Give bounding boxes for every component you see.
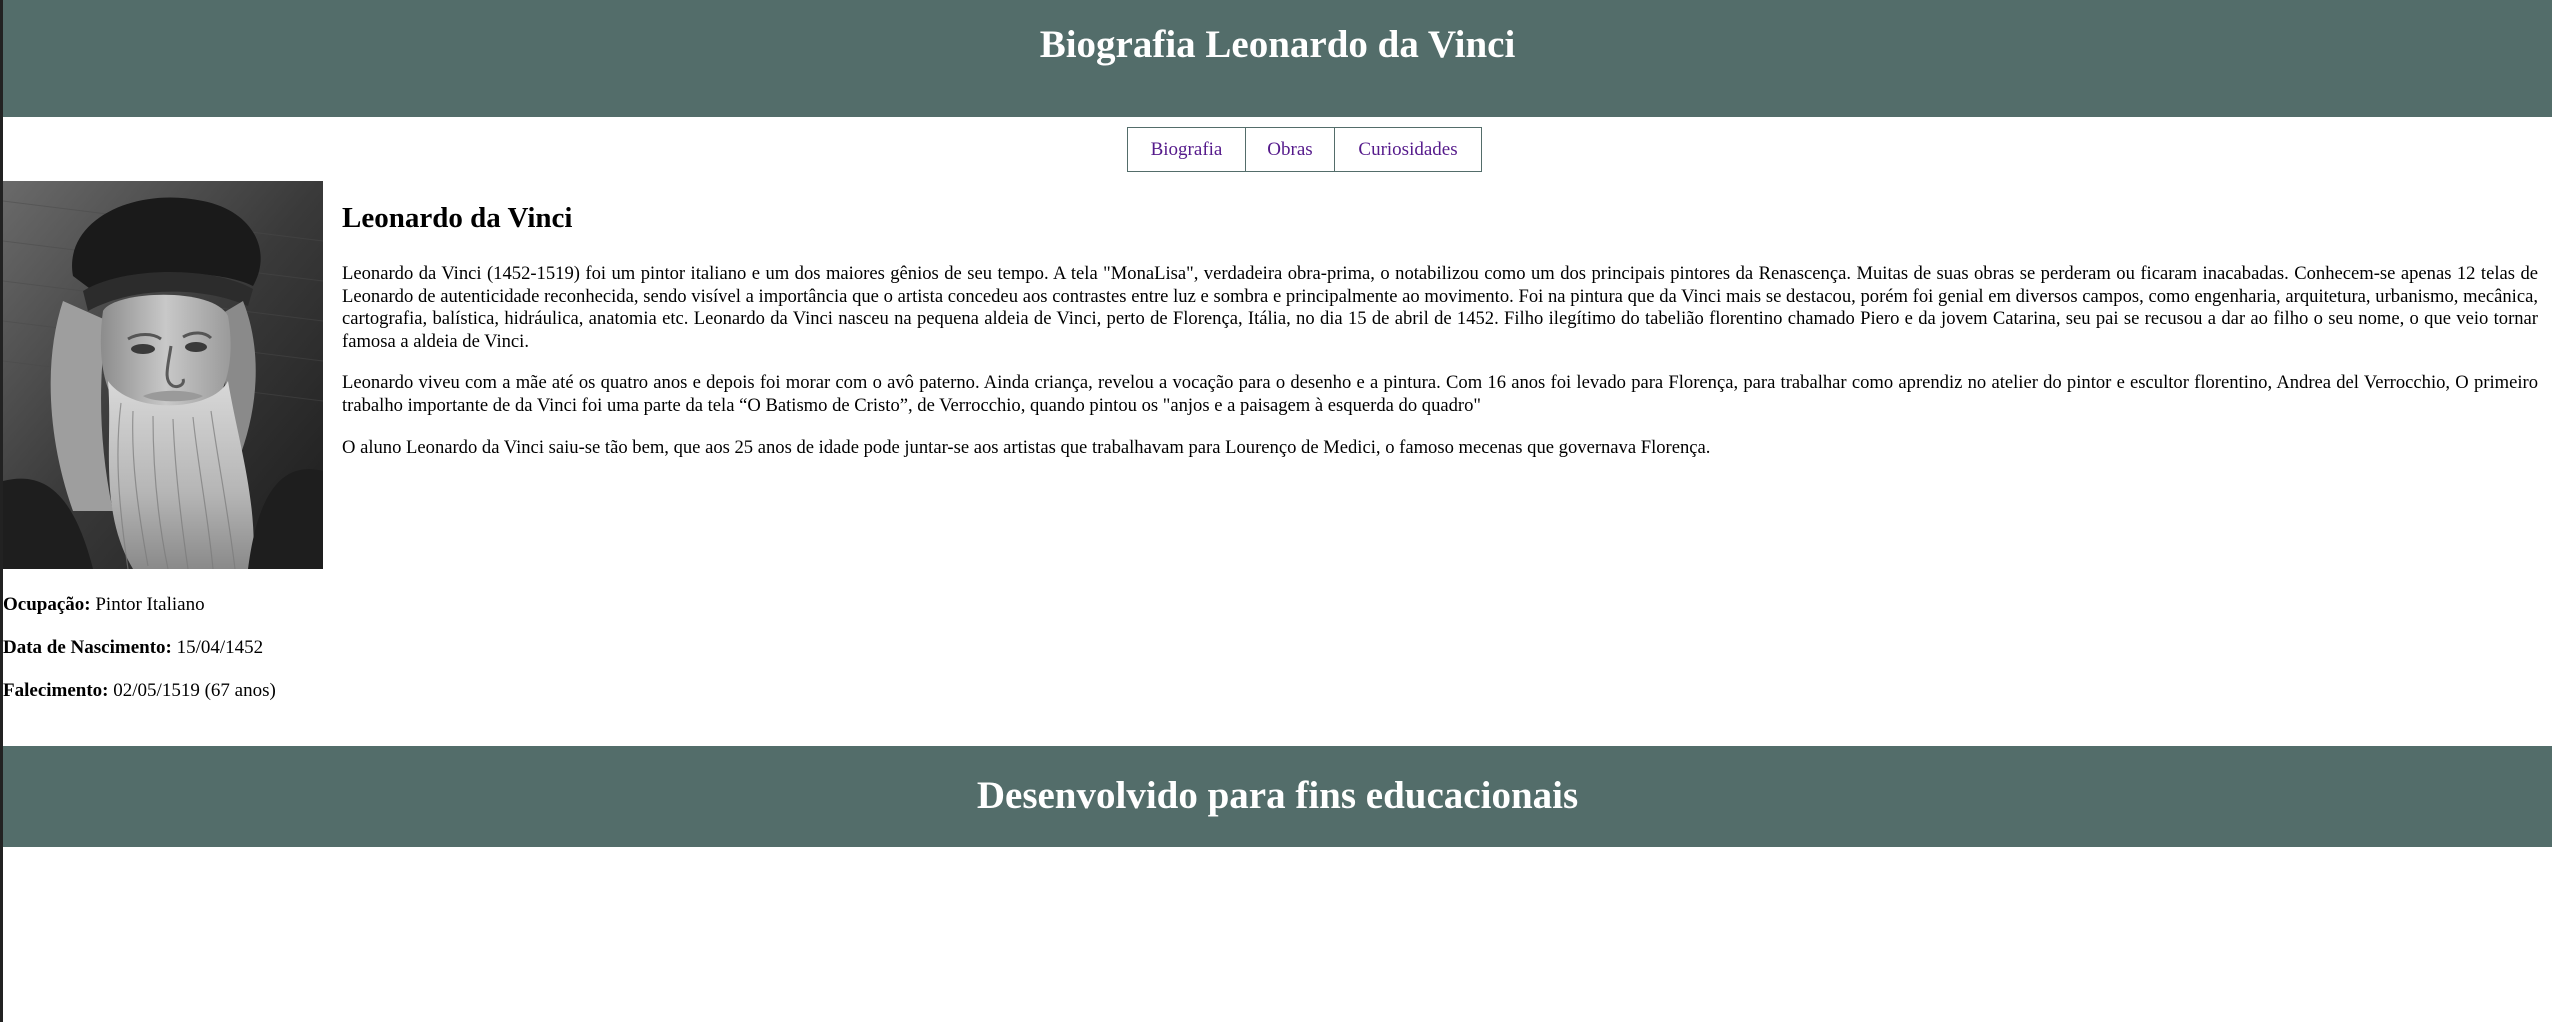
death-label: Falecimento: bbox=[3, 680, 109, 701]
occupation-row: Ocupação: Pintor Italiano bbox=[3, 593, 205, 617]
death-value: 02/05/1519 (67 anos) bbox=[108, 680, 276, 701]
page: Biografia Leonardo da Vinci Biografia Ob… bbox=[0, 0, 2552, 1022]
nav-link-curiosidades[interactable]: Curiosidades bbox=[1335, 128, 1481, 171]
birth-row: Data de Nascimento: 15/04/1452 bbox=[3, 636, 263, 660]
occupation-label: Ocupação: bbox=[3, 594, 91, 615]
site-footer: Desenvolvido para fins educacionais bbox=[3, 746, 2552, 847]
death-row: Falecimento: 02/05/1519 (67 anos) bbox=[3, 679, 276, 703]
site-header: Biografia Leonardo da Vinci bbox=[3, 0, 2552, 117]
portrait-image bbox=[3, 181, 323, 569]
main-nav: Biografia Obras Curiosidades bbox=[1127, 127, 1482, 172]
sidebar: Ocupação: Pintor Italiano Data de Nascim… bbox=[3, 181, 328, 701]
bio-paragraph-3: O aluno Leonardo da Vinci saiu-se tão be… bbox=[342, 436, 1711, 458]
main-content: Leonardo da Vinci Leonardo da Vinci (145… bbox=[342, 200, 2538, 459]
nav-link-biografia[interactable]: Biografia bbox=[1128, 128, 1246, 171]
nav-link-obras[interactable]: Obras bbox=[1246, 128, 1335, 171]
bio-paragraph-1: Leonardo da Vinci (1452-1519) foi um pin… bbox=[342, 263, 2538, 352]
footer-text: Desenvolvido para fins educacionais bbox=[976, 774, 1579, 817]
page-title: Biografia Leonardo da Vinci bbox=[1039, 23, 1516, 66]
birth-value: 15/04/1452 bbox=[171, 637, 264, 658]
birth-label: Data de Nascimento: bbox=[3, 637, 172, 658]
bio-paragraph-2: Leonardo viveu com a mãe até os quatro a… bbox=[342, 372, 2538, 416]
occupation-value: Pintor Italiano bbox=[90, 594, 205, 615]
section-heading: Leonardo da Vinci bbox=[342, 202, 573, 234]
